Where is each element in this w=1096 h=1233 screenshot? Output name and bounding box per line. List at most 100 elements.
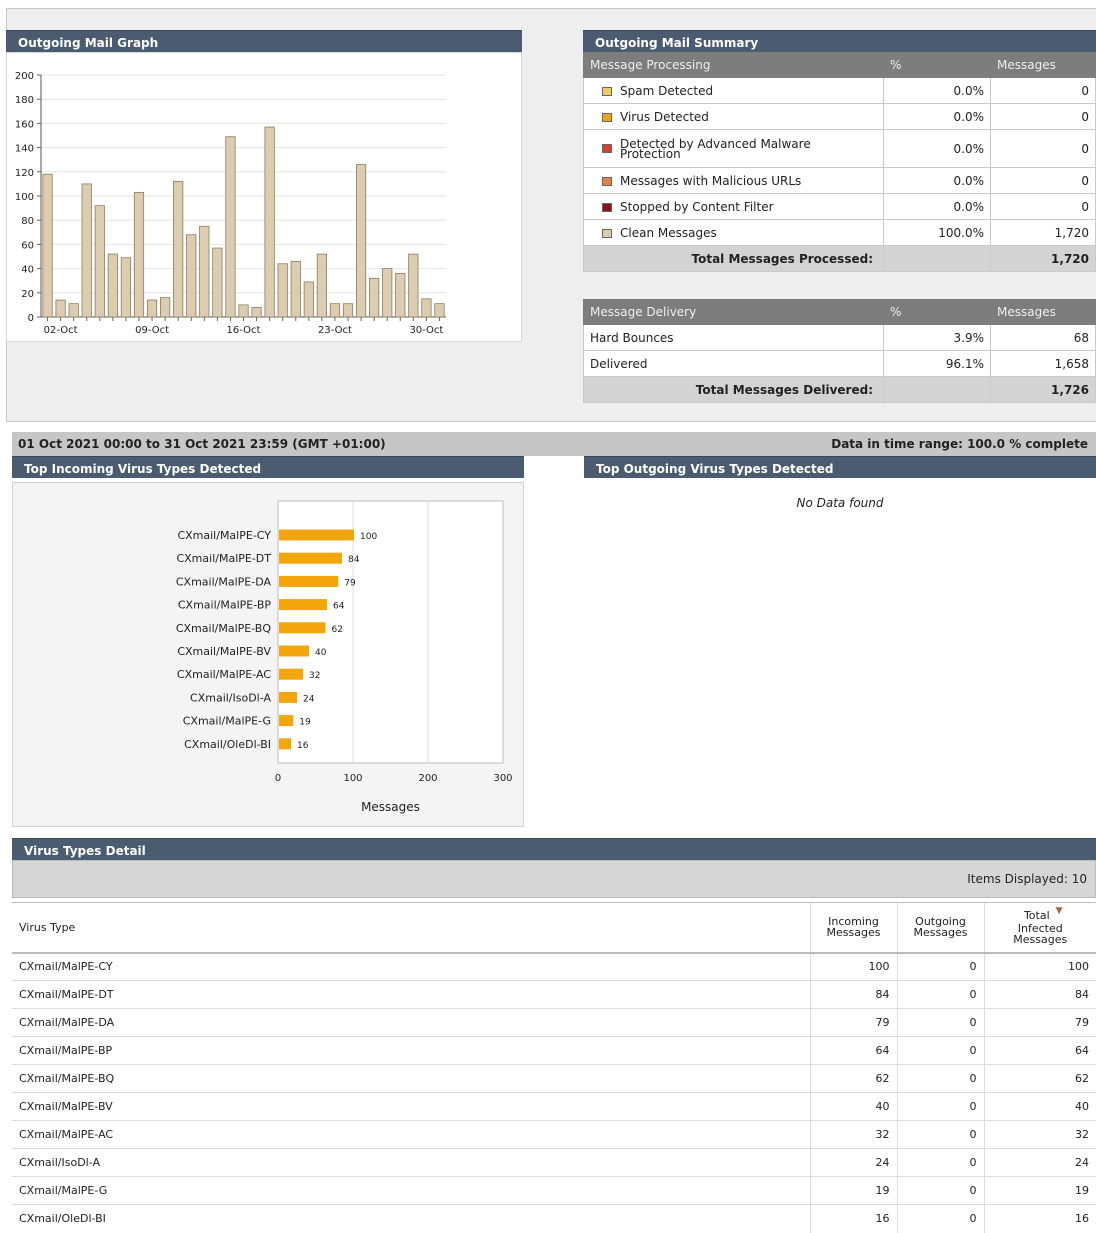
col-message-processing[interactable]: Message Processing	[583, 52, 884, 78]
chart-bar[interactable]	[355, 164, 367, 318]
incoming-cell: 24	[809, 1148, 897, 1177]
col-total-infected-messages[interactable]: Total ▼ Infected Messages	[983, 902, 1096, 954]
chart-bar[interactable]	[107, 253, 118, 318]
chart-bar[interactable]	[133, 191, 145, 318]
chart-bar[interactable]	[199, 225, 210, 318]
processing-row: Messages with Malicious URLs 0.0% 0	[583, 167, 1096, 194]
y-tick-label: 80	[21, 216, 34, 227]
chart-bar[interactable]	[94, 205, 105, 318]
col-outgoing-messages[interactable]: Outgoing Messages	[896, 902, 984, 954]
processing-count: 1,720	[990, 219, 1096, 246]
y-tick-label: CXmail/MalPE-CY	[177, 529, 271, 542]
table-row: CXmail/MalPE-BP 64 0 64	[12, 1036, 1096, 1065]
table-row: CXmail/OleDl-BI 16 0 16	[12, 1204, 1096, 1233]
chart-bar[interactable]	[264, 126, 275, 318]
chart-bar[interactable]	[42, 173, 53, 318]
y-tick-label: 120	[15, 168, 34, 179]
chart-bar[interactable]	[303, 281, 314, 318]
chart-bar[interactable]	[279, 622, 326, 634]
y-tick-label: CXmail/MalPE-DA	[176, 575, 272, 588]
chart-bar[interactable]	[421, 298, 432, 318]
col-virus-type[interactable]: Virus Type	[12, 902, 810, 954]
y-tick-label: 60	[21, 240, 34, 251]
col-percent[interactable]: %	[883, 52, 991, 78]
chart-bar[interactable]	[279, 575, 339, 587]
chart-bar[interactable]	[408, 253, 419, 318]
chart-bar[interactable]	[173, 181, 184, 318]
processing-pct: 0.0%	[883, 77, 991, 104]
delivery-pct: 3.9%	[883, 324, 991, 351]
processing-count: 0	[990, 103, 1096, 130]
outgoing-cell: 0	[896, 1148, 984, 1177]
processing-total-label: Total Messages Processed:	[583, 245, 884, 272]
chart-bar[interactable]	[279, 738, 291, 750]
col-message-delivery[interactable]: Message Delivery	[583, 299, 884, 325]
sort-descending-icon[interactable]: ▼	[1056, 906, 1063, 916]
processing-row: Virus Detected 0.0% 0	[583, 103, 1096, 130]
processing-pct: 0.0%	[883, 167, 991, 194]
processing-pct: 0.0%	[883, 193, 991, 220]
legend-swatch-icon	[602, 112, 612, 122]
chart-bar[interactable]	[120, 257, 132, 318]
table-row: CXmail/IsoDl-A 24 0 24	[12, 1148, 1096, 1177]
chart-bar[interactable]	[279, 529, 354, 541]
chart-bar[interactable]	[369, 277, 380, 318]
chart-bar[interactable]	[277, 263, 288, 318]
x-tick-label: 100	[343, 773, 362, 784]
items-displayed[interactable]: Items Displayed: 10	[12, 860, 1096, 898]
chart-bar[interactable]	[279, 645, 309, 657]
incoming-cell: 84	[809, 980, 897, 1009]
time-range-text: 01 Oct 2021 00:00 to 31 Oct 2021 23:59 (…	[18, 437, 386, 451]
chart-bar[interactable]	[279, 668, 303, 680]
total-cell: 100	[983, 952, 1096, 981]
total-cell: 32	[983, 1120, 1096, 1149]
chart-bar[interactable]	[279, 691, 297, 703]
x-tick-label: 02-Oct	[44, 325, 78, 336]
chart-bar[interactable]	[251, 306, 262, 318]
outgoing-cell: 0	[896, 1092, 984, 1121]
col-incoming-messages[interactable]: Incoming Messages	[809, 902, 897, 954]
chart-bar[interactable]	[279, 552, 342, 564]
y-tick-label: CXmail/MalPE-G	[183, 715, 271, 728]
col-messages[interactable]: Messages	[990, 52, 1096, 78]
chart-bar[interactable]	[316, 253, 327, 318]
data-label: 32	[309, 671, 320, 681]
chart-bar[interactable]	[434, 303, 445, 318]
total-cell: 84	[983, 980, 1096, 1009]
y-tick-label: 200	[15, 71, 34, 82]
col-percent[interactable]: %	[883, 299, 991, 325]
processing-row: Detected by Advanced Malware Protection 0…	[583, 129, 1096, 168]
table-row: CXmail/MalPE-G 19 0 19	[12, 1176, 1096, 1205]
incoming-cell: 32	[809, 1120, 897, 1149]
chart-bar[interactable]	[290, 260, 301, 318]
chart-bar[interactable]	[186, 234, 197, 318]
processing-count: 0	[990, 129, 1096, 168]
table-row: CXmail/MalPE-DA 79 0 79	[12, 1008, 1096, 1037]
chart-bar[interactable]	[279, 599, 327, 611]
chart-bar[interactable]	[68, 303, 79, 318]
chart-bar[interactable]	[225, 136, 236, 318]
chart-bar[interactable]	[342, 303, 354, 318]
chart-bar[interactable]	[212, 247, 223, 318]
outgoing-mail-graph-title: Outgoing Mail Graph	[6, 30, 522, 52]
x-tick-label: 16-Oct	[227, 325, 261, 336]
chart-bar[interactable]	[395, 273, 406, 318]
chart-bar[interactable]	[55, 299, 66, 318]
chart-bar[interactable]	[279, 715, 294, 727]
processing-row: Stopped by Content Filter 0.0% 0	[583, 193, 1096, 220]
chart-bar[interactable]	[160, 297, 171, 318]
y-tick-label: 40	[21, 265, 34, 276]
chart-bar[interactable]	[146, 299, 158, 318]
chart-bar[interactable]	[329, 303, 341, 318]
chart-bar[interactable]	[238, 304, 249, 318]
x-tick-label: 200	[418, 773, 437, 784]
incoming-cell: 40	[809, 1092, 897, 1121]
col-messages[interactable]: Messages	[990, 299, 1096, 325]
processing-count: 0	[990, 77, 1096, 104]
data-label: 19	[299, 718, 311, 728]
outgoing-cell: 0	[896, 1120, 984, 1149]
chart-bar[interactable]	[382, 268, 393, 318]
chart-bar[interactable]	[81, 183, 92, 318]
incoming-cell: 62	[809, 1064, 897, 1093]
y-tick-label: CXmail/MalPE-AC	[177, 668, 271, 681]
